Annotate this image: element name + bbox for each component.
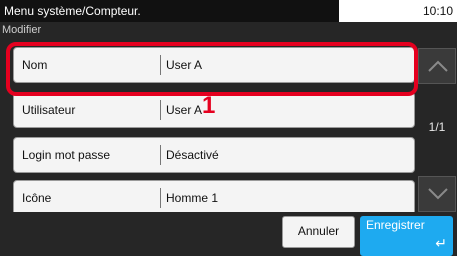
row-divider xyxy=(160,100,161,120)
row-divider xyxy=(160,145,161,165)
row-value: Homme 1 xyxy=(166,191,219,205)
cancel-button[interactable]: Annuler xyxy=(282,216,355,248)
chevron-down-icon xyxy=(428,188,448,200)
row-label: Utilisateur xyxy=(22,103,76,117)
row-label: Login mot passe xyxy=(22,148,111,162)
chevron-up-icon xyxy=(428,60,448,72)
save-button-label: Enregistrer xyxy=(366,218,425,232)
window-title: Menu système/Compteur. xyxy=(0,0,339,22)
scroll-down-button[interactable] xyxy=(418,176,456,212)
row-value: User A xyxy=(166,103,203,117)
save-button[interactable]: Enregistrer ↵ xyxy=(360,216,453,256)
callout-number: 1 xyxy=(202,92,216,119)
clock: 10:10 xyxy=(422,4,453,18)
title-bar: Menu système/Compteur. 10:10 xyxy=(0,0,457,22)
row-value: Désactivé xyxy=(166,148,219,162)
row-icon[interactable]: Icône Homme 1 xyxy=(13,180,415,216)
enter-arrow-icon: ↵ xyxy=(435,235,447,251)
row-divider xyxy=(160,188,161,208)
highlight-frame xyxy=(6,42,418,96)
page-indicator: 1/1 xyxy=(428,120,446,134)
page-subtitle: Modifier xyxy=(2,24,42,36)
row-label: Icône xyxy=(22,191,52,205)
scroll-up-button[interactable] xyxy=(418,48,456,84)
row-login-password[interactable]: Login mot passe Désactivé xyxy=(13,137,415,173)
